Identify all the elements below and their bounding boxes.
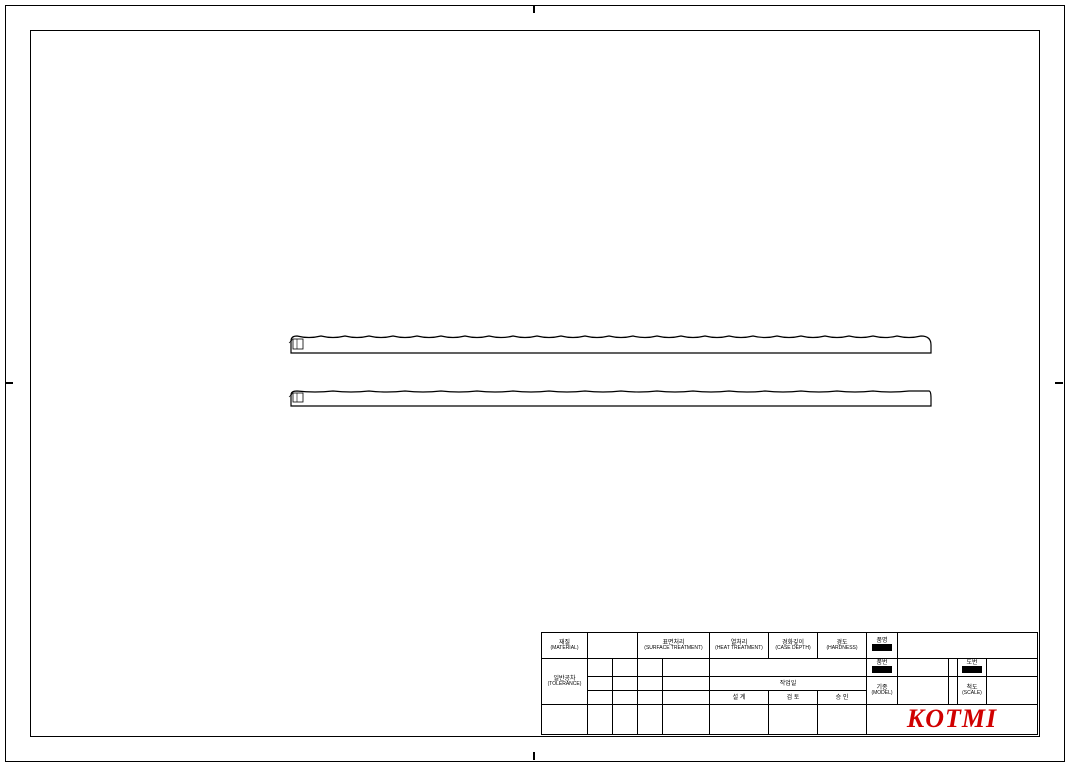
tb-partname-label: 품명: [867, 633, 898, 659]
tb-approve-value: [818, 705, 867, 735]
tb-blank-1: [710, 659, 867, 677]
part-view-bottom: [285, 388, 935, 408]
tb-hardness-label: 경도 (HARDNESS): [818, 633, 867, 659]
tb-logo: KOTMI: [867, 705, 1038, 735]
tb-tol-r4c1: [588, 705, 613, 735]
tb-scale-label: 척도 (SCALE): [958, 677, 987, 705]
tb-tol-c3: [638, 659, 663, 677]
tb-tol-r4c4: [663, 705, 710, 735]
tb-partnum-label: 품번: [867, 659, 898, 677]
tb-gap2: [949, 677, 958, 705]
tb-tol-r2c1: [588, 677, 613, 691]
drawing-area: 재질 (MATERIAL) 표면처리 (SURFACE TREATMENT) 열…: [30, 30, 1038, 735]
tb-tol-r3c1: [588, 691, 613, 705]
tb-tol-r2c4: [663, 677, 710, 691]
tb-partnum-value: [898, 659, 949, 677]
part-view-top: [285, 333, 935, 355]
tb-tolerance-label: 일반공차 (TOLERANCE): [542, 659, 588, 705]
centermark-right: [1055, 382, 1063, 384]
tb-tol-r4c2: [613, 705, 638, 735]
tb-dwgnum-value: [987, 659, 1038, 677]
tb-tol-r3c2: [613, 691, 638, 705]
tb-model-value: [898, 677, 949, 705]
tb-tol-r3c4: [663, 691, 710, 705]
tb-design-label: 설 계: [710, 691, 769, 705]
centermark-top: [533, 5, 535, 13]
tb-casedepth-label: 경화깊이 (CASE DEPTH): [769, 633, 818, 659]
tb-material-label: 재질 (MATERIAL): [542, 633, 588, 659]
tb-workdate-label: 작업일: [710, 677, 867, 691]
centermark-bottom: [533, 752, 535, 760]
tb-tol-c4: [663, 659, 710, 677]
tb-tol-c1: [588, 659, 613, 677]
tb-check-label: 검 토: [769, 691, 818, 705]
tb-surface-label: 표면처리 (SURFACE TREATMENT): [638, 633, 710, 659]
tb-check-value: [769, 705, 818, 735]
tb-material-value: [588, 633, 638, 659]
tb-scale-value: [987, 677, 1038, 705]
tb-tol-r2c2: [613, 677, 638, 691]
tb-model-label: 기종 (MODEL): [867, 677, 898, 705]
tb-dwgnum-label: 도번: [958, 659, 987, 677]
tb-tol-c2: [613, 659, 638, 677]
tb-heat-label: 열처리 (HEAT TREATMENT): [710, 633, 769, 659]
tb-design-value: [710, 705, 769, 735]
centermark-left: [5, 382, 13, 384]
tb-partname-value: [898, 633, 1038, 659]
tb-tol-r3c3: [638, 691, 663, 705]
title-block: 재질 (MATERIAL) 표면처리 (SURFACE TREATMENT) 열…: [541, 632, 1038, 735]
tb-tol-r2c3: [638, 677, 663, 691]
tb-gap: [949, 659, 958, 677]
tb-approve-label: 승 인: [818, 691, 867, 705]
tb-tol-r4c3: [638, 705, 663, 735]
tb-tol-r4c0: [542, 705, 588, 735]
